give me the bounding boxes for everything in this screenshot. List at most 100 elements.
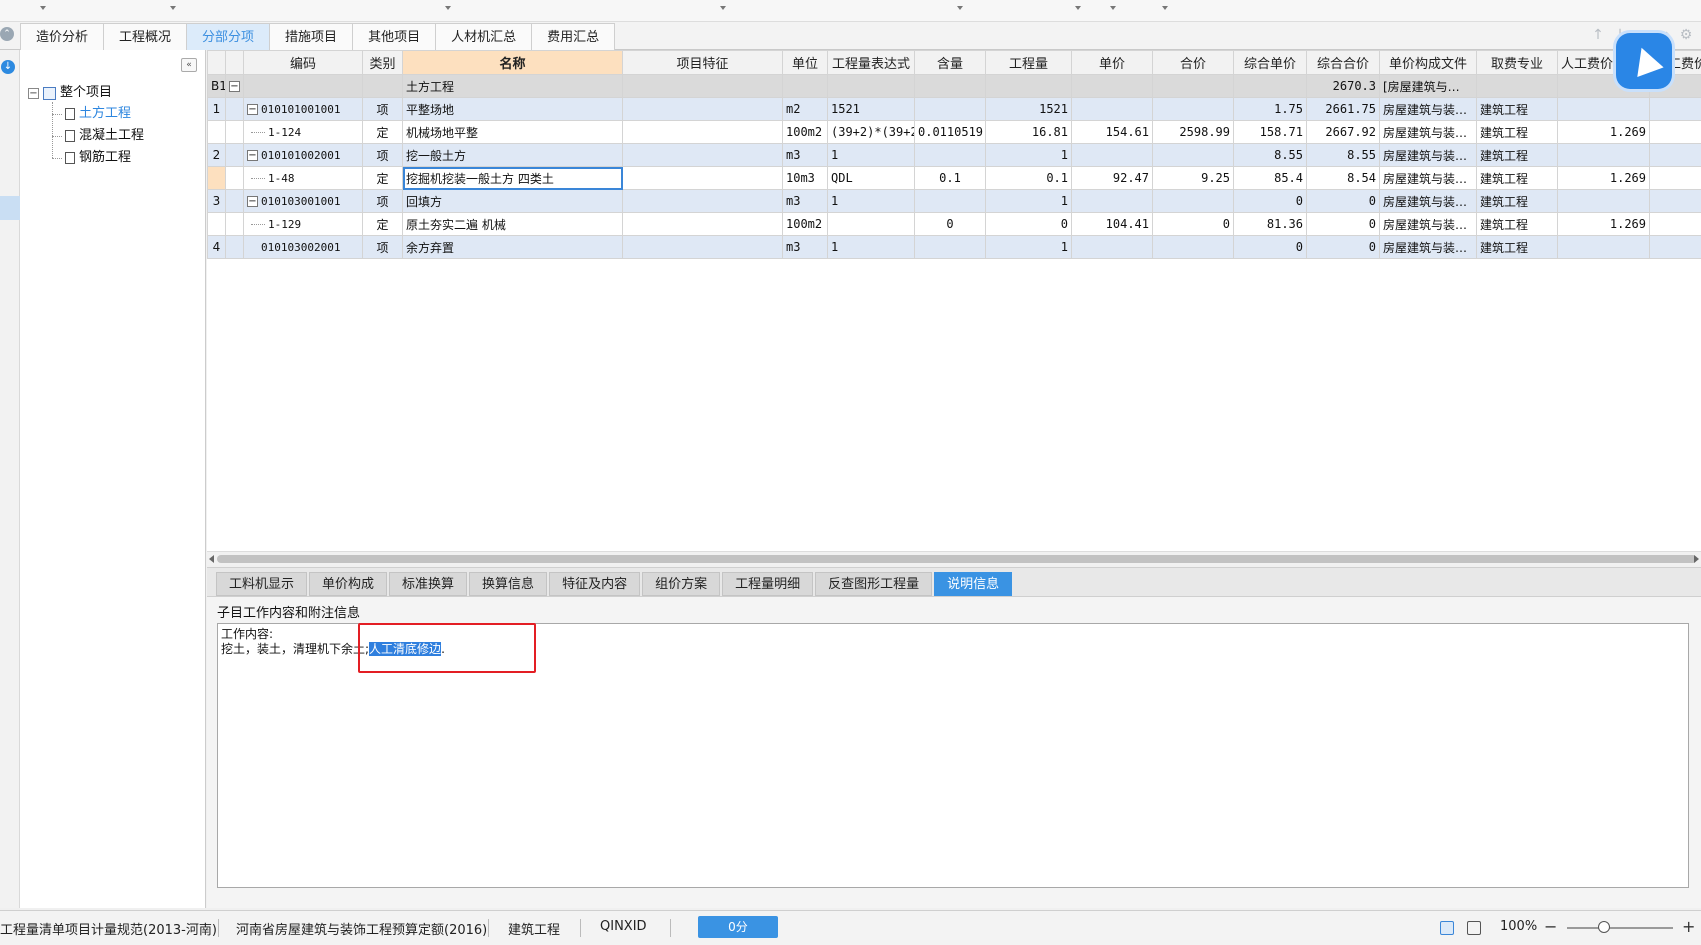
collapse-panel-button[interactable]: «	[181, 58, 197, 72]
cell-feature[interactable]	[622, 143, 783, 167]
collapse-icon[interactable]: −	[247, 196, 258, 207]
cell-total[interactable]	[1152, 74, 1234, 98]
cell-labor-index[interactable]: 1.269	[1557, 212, 1650, 236]
bill-item-row[interactable]: 1−010101001001 项平整场地 m2 1521 1521 1.75 2661.75…	[207, 97, 1701, 121]
cell-combined-total[interactable]: 2661.75	[1306, 97, 1380, 121]
cell-fee-specialty[interactable]: 建筑工程	[1476, 189, 1558, 213]
column-header-total-price[interactable]: 合价	[1152, 50, 1234, 75]
cell-labor-index[interactable]	[1557, 97, 1650, 121]
cell-category[interactable]: 定	[362, 120, 403, 144]
cell-category[interactable]: 项	[362, 97, 403, 121]
cell-unit[interactable]: m3	[782, 143, 828, 167]
horizontal-scrollbar[interactable]	[207, 551, 1701, 565]
tab-fee-summary[interactable]: 费用汇总	[531, 23, 616, 50]
cell-unit-price[interactable]	[1071, 143, 1153, 167]
cell-unit[interactable]: 100m2	[782, 120, 828, 144]
cell-labor-price[interactable]	[1649, 143, 1701, 167]
cell-name[interactable]: 挖一般土方	[402, 143, 623, 167]
cell-quantity[interactable]: 0.1	[985, 166, 1072, 190]
cell-quantity[interactable]: 0	[985, 212, 1072, 236]
tree-item-rebar[interactable]: 钢筋工程	[65, 148, 131, 168]
cell-feature[interactable]	[622, 74, 783, 98]
row-number[interactable]	[207, 212, 226, 236]
cell-feature[interactable]	[622, 189, 783, 213]
column-header-content[interactable]: 含量	[914, 50, 986, 75]
row-number[interactable]	[207, 120, 226, 144]
row-number[interactable]: 1	[207, 97, 226, 121]
column-header-name[interactable]: 名称	[402, 50, 623, 75]
cell-category[interactable]: 定	[362, 166, 403, 190]
collapse-icon[interactable]: −	[247, 104, 258, 115]
cell-labor-price[interactable]	[1649, 212, 1701, 236]
tree-root[interactable]: − 整个项目	[28, 83, 112, 103]
tab-measures[interactable]: 措施项目	[269, 23, 354, 50]
collapse-icon[interactable]: −	[247, 150, 258, 161]
column-header-combined-unit-price[interactable]: 综合单价	[1233, 50, 1307, 75]
zoom-in-icon[interactable]: +	[1682, 917, 1695, 936]
zoom-slider[interactable]	[1567, 927, 1673, 929]
scroll-right-icon[interactable]	[1694, 555, 1699, 563]
cell-combined-total[interactable]: 8.54	[1306, 166, 1380, 190]
column-header-code[interactable]: 编码	[243, 50, 363, 75]
cell-combined-unit-price[interactable]	[1233, 74, 1307, 98]
cell-price-file[interactable]: 房屋建筑与装…	[1379, 143, 1477, 167]
cell-content[interactable]: 0.0110519	[914, 120, 986, 144]
cell-code[interactable]: −010101001001	[243, 97, 363, 121]
cell-quantity[interactable]: 1	[985, 189, 1072, 213]
cell-content[interactable]	[914, 189, 986, 213]
cell-unit-price[interactable]: 104.41	[1071, 212, 1153, 236]
cell-quantity[interactable]: 1	[985, 143, 1072, 167]
cell-price-file[interactable]: 房屋建筑与装…	[1379, 97, 1477, 121]
cell-price-file[interactable]: 房屋建筑与装…	[1379, 212, 1477, 236]
quota-row[interactable]: 1-48 定挖掘机挖装一般土方 四类土 10m3 QDL 0.1 0.1 92.47 9.25…	[207, 166, 1701, 190]
quota-row[interactable]: 1-129 定原土夯实二遍 机械 100m2 0 0 104.41 0 81.36 0 房屋建筑与…	[207, 212, 1701, 236]
cell-unit[interactable]: m3	[782, 189, 828, 213]
tab-sub-items[interactable]: 分部分项	[186, 23, 271, 50]
dropdown-arrow-icon[interactable]	[1075, 6, 1081, 10]
cell-total[interactable]	[1152, 97, 1234, 121]
cell-content[interactable]	[914, 74, 986, 98]
column-header-unit-price[interactable]: 单价	[1071, 50, 1153, 75]
btab-description-info[interactable]: 说明信息	[934, 572, 1013, 596]
btab-pricing-plan[interactable]: 组价方案	[642, 572, 721, 596]
btab-reverse-graphic-quantity[interactable]: 反查图形工程量	[815, 572, 933, 596]
cell-unit[interactable]: 100m2	[782, 212, 828, 236]
collapse-icon[interactable]: −	[28, 87, 39, 99]
cell-content[interactable]	[914, 97, 986, 121]
row-number[interactable]: 2	[207, 143, 226, 167]
tab-project-overview[interactable]: 工程概况	[103, 23, 188, 50]
view-split-icon[interactable]	[1467, 921, 1481, 935]
cell-price-file[interactable]: 房屋建筑与装…	[1379, 120, 1477, 144]
cell-name[interactable]: 余方弃置	[402, 235, 623, 259]
column-header-price-file[interactable]: 单价构成文件	[1379, 50, 1477, 75]
cell-code[interactable]: 1-124	[243, 120, 363, 144]
cell-quantity[interactable]: 16.81	[985, 120, 1072, 144]
cell-labor-index[interactable]: 1.269	[1557, 166, 1650, 190]
cell-fee-specialty[interactable]	[1476, 74, 1558, 98]
cell-code[interactable]: 010103002001	[243, 235, 363, 259]
cell-name[interactable]: 原土夯实二遍 机械	[402, 212, 623, 236]
section-collapse-cell[interactable]: −	[225, 74, 244, 98]
scrollbar-thumb[interactable]	[217, 555, 1697, 563]
scroll-left-icon[interactable]	[209, 555, 214, 563]
btab-unit-price-composition[interactable]: 单价构成	[309, 572, 388, 596]
cell-combined-unit-price[interactable]: 0	[1233, 235, 1307, 259]
cell-category[interactable]: 项	[362, 189, 403, 213]
cell-combined-total[interactable]: 2667.92	[1306, 120, 1380, 144]
cell-fee-specialty[interactable]: 建筑工程	[1476, 166, 1558, 190]
cell-combined-total[interactable]: 0	[1306, 212, 1380, 236]
bill-item-row[interactable]: 2−010101002001 项挖一般土方 m3 1 1 8.55 8.55 房屋建筑与装… 建…	[207, 143, 1701, 167]
cell-total[interactable]	[1152, 189, 1234, 213]
tree-item-concrete[interactable]: 混凝土工程	[65, 126, 144, 146]
cell-category[interactable]: 项	[362, 143, 403, 167]
cell-unit-price[interactable]	[1071, 189, 1153, 213]
cell-unit[interactable]: m3	[782, 235, 828, 259]
cell-category[interactable]	[362, 74, 403, 98]
dropdown-arrow-icon[interactable]	[445, 6, 451, 10]
cell-feature[interactable]	[622, 235, 783, 259]
cell-code[interactable]	[243, 74, 363, 98]
dropdown-arrow-icon[interactable]	[40, 6, 46, 10]
cell-quantity[interactable]	[985, 74, 1072, 98]
column-header-category[interactable]: 类别	[362, 50, 403, 75]
cell-code[interactable]: −010101002001	[243, 143, 363, 167]
